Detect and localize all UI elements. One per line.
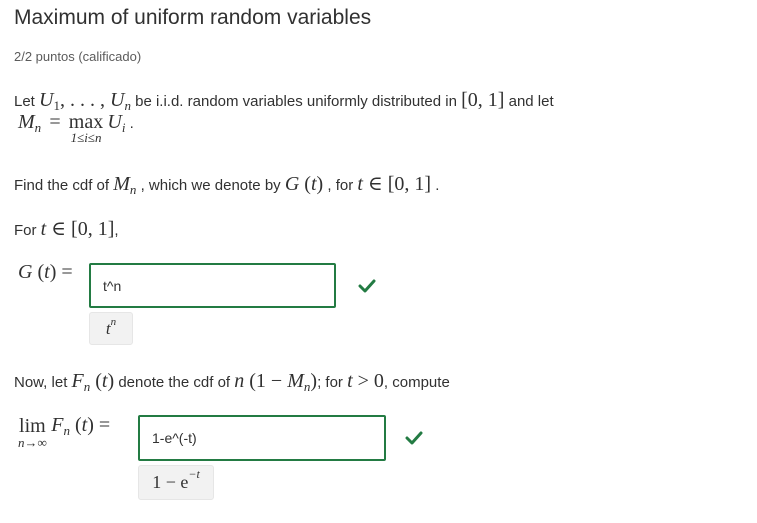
now-text-denote: denote the cdf of bbox=[118, 374, 231, 391]
score-label: 2/2 puntos (calificado) bbox=[14, 49, 142, 64]
intro-text-let: Let bbox=[14, 93, 35, 110]
answer1-input-value: t^n bbox=[103, 277, 122, 294]
intro-text-iid: be i.i.d. random variables uniformly dis… bbox=[135, 93, 457, 110]
now-text-for: ; for bbox=[317, 374, 343, 391]
answer1-preview: tn bbox=[89, 312, 133, 345]
find-text-period: . bbox=[435, 177, 440, 194]
answer2-preview-main: 1 − e bbox=[152, 472, 189, 492]
for-text-comma: , bbox=[114, 222, 119, 239]
answer2-label: lim n→∞ Fn (t) = bbox=[18, 414, 111, 450]
for-text: For bbox=[14, 222, 37, 239]
max-def-lhs: Mn bbox=[18, 111, 42, 135]
find-text-denote: , which we denote by bbox=[140, 177, 281, 194]
answer1-preview-exp: n bbox=[110, 315, 117, 328]
find-math-mn: Mn bbox=[113, 173, 137, 197]
find-text-for: , for bbox=[327, 177, 354, 194]
intro-math-interval: [0, 1] bbox=[461, 89, 505, 111]
now-math-fn: Fn (t) bbox=[71, 370, 115, 394]
check-icon bbox=[358, 279, 376, 293]
answer2-preview: 1 − e −t bbox=[138, 465, 214, 500]
max-operator: max 1≤i≤n bbox=[68, 111, 104, 145]
max-def-period: . bbox=[129, 115, 134, 132]
for-line: For t ∈ [0, 1], bbox=[14, 216, 119, 241]
max-definition: Mn = max 1≤i≤n Ui . bbox=[18, 111, 134, 145]
now-line: Now, let Fn (t) denote the cdf of n (1 −… bbox=[14, 370, 450, 394]
now-math-expr: n (1 − Mn) bbox=[234, 370, 318, 394]
limit-operator: lim n→∞ bbox=[18, 415, 47, 450]
now-text-compute: , compute bbox=[383, 374, 450, 391]
intro-text-and-let: and let bbox=[508, 93, 554, 110]
find-line: Find the cdf of Mn , which we denote by … bbox=[14, 171, 440, 197]
intro-math-variables: U1, . . . , Un bbox=[39, 89, 131, 113]
max-def-equals: = bbox=[49, 111, 61, 133]
answer1-input[interactable]: t^n bbox=[89, 263, 336, 308]
find-math-gt: G (t) bbox=[284, 173, 324, 195]
answer1-label-math: G (t) = bbox=[18, 261, 73, 283]
answer2-input[interactable]: 1-e^(-t) bbox=[138, 415, 386, 461]
for-math-domain: t ∈ [0, 1] bbox=[40, 218, 115, 240]
problem-title: Maximum of uniform random variables bbox=[14, 6, 372, 29]
max-def-rhs: Ui bbox=[107, 111, 126, 135]
answer2-preview-exp: −t bbox=[188, 467, 200, 481]
answer1-label: G (t) = bbox=[18, 261, 73, 284]
now-math-condition: t > 0 bbox=[347, 370, 384, 392]
now-text-let: Now, let bbox=[14, 374, 68, 391]
find-text-cdf: Find the cdf of bbox=[14, 177, 110, 194]
answer2-label-math: Fn (t) = bbox=[51, 414, 111, 438]
check-icon bbox=[405, 431, 423, 445]
answer2-input-value: 1-e^(-t) bbox=[152, 430, 197, 446]
intro-line: Let U1, . . . , Un be i.i.d. random vari… bbox=[14, 89, 554, 113]
find-math-domain: t ∈ [0, 1] bbox=[357, 173, 432, 195]
